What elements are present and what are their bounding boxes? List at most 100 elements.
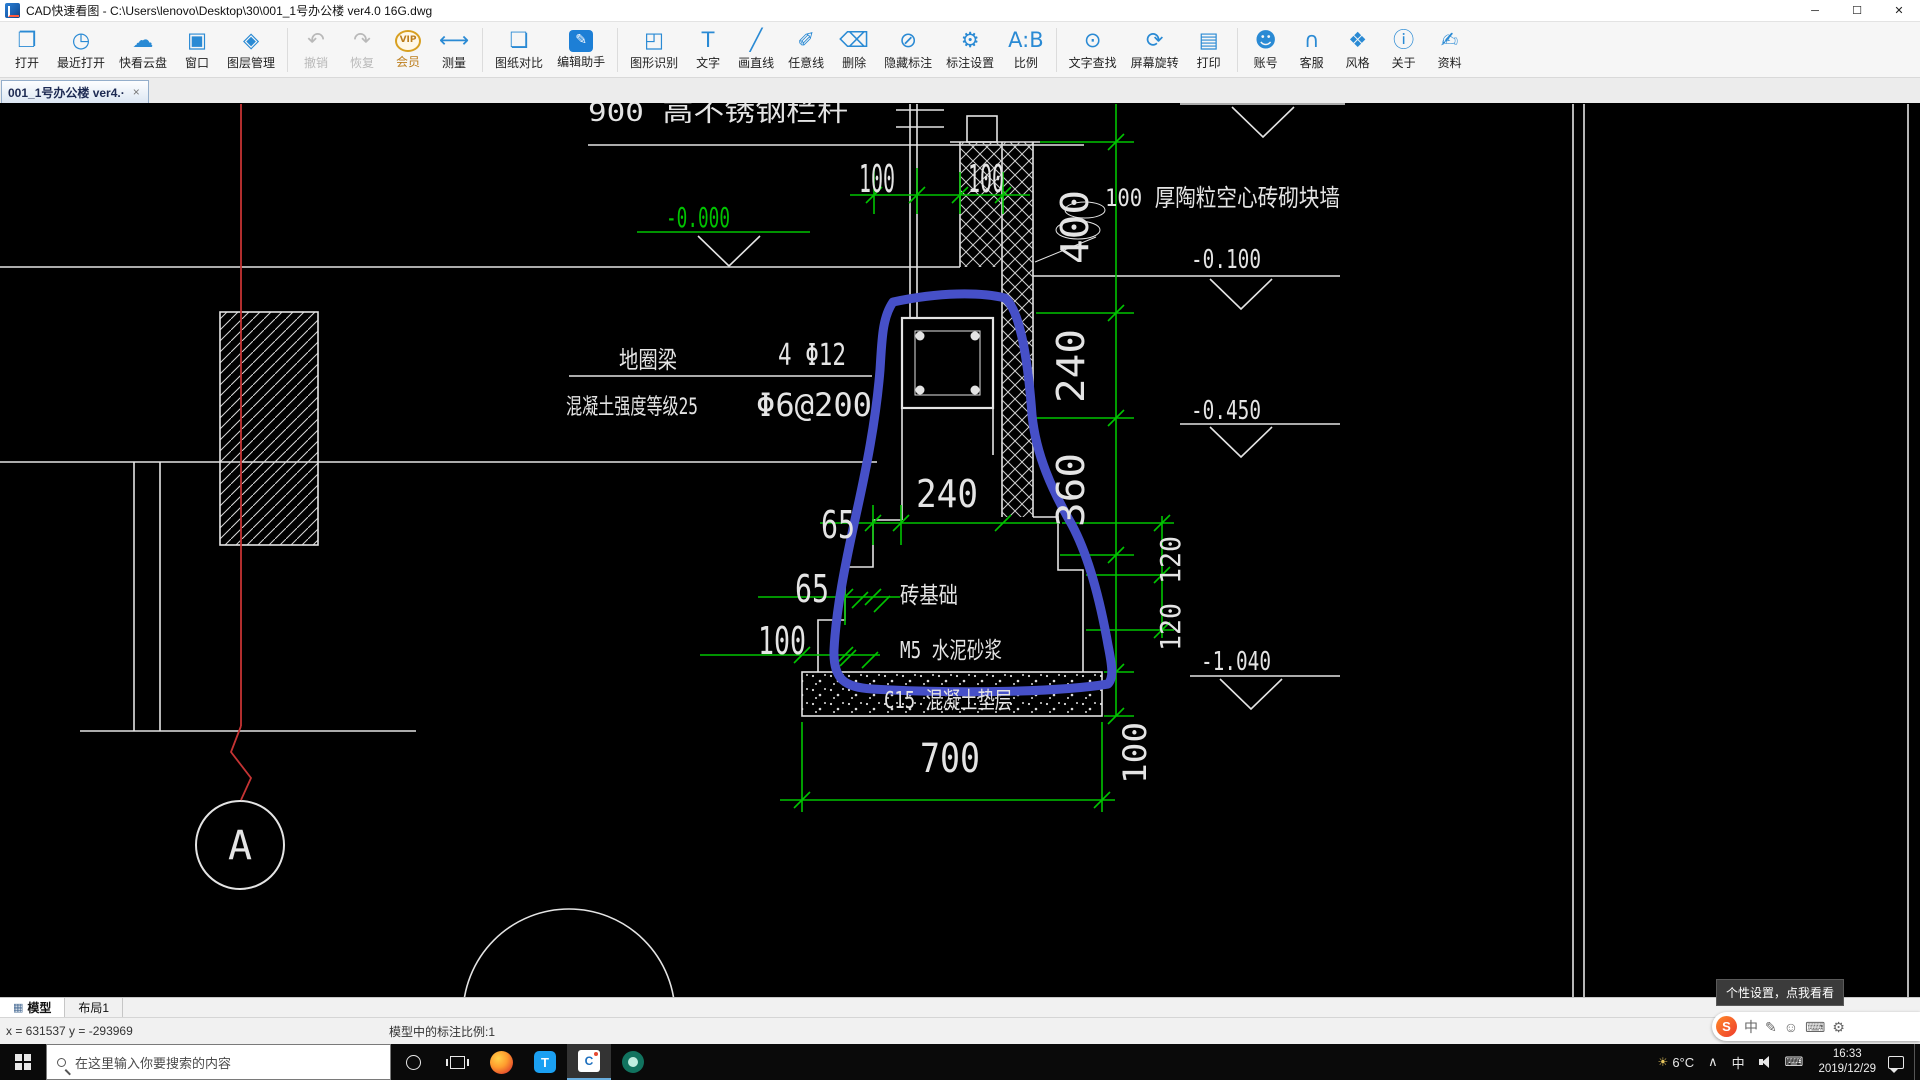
toolbar-about[interactable]: ⓘ 关于 [1381, 26, 1427, 73]
weather-widget[interactable]: ☀ 6°C [1658, 1055, 1695, 1070]
toolbar-open[interactable]: ❐ 打开 [4, 26, 50, 73]
about-icon: ⓘ [1393, 28, 1415, 52]
toolbar-print[interactable]: ▤ 打印 [1186, 26, 1232, 73]
toolbar-label: 标注设置 [946, 56, 995, 70]
drawing-canvas[interactable]: 900 高不锈钢栏杆 100 100 100 厚陶粒空心砖砌块墙 -0.000 -0.10… [0, 103, 1920, 997]
task-view-icon [445, 1055, 469, 1069]
toolbar-edit-assistant[interactable]: ✎ 编辑助手 [550, 28, 612, 72]
cad-label: -0.100 [1191, 245, 1261, 275]
toolbar-materials[interactable]: ✍ 资料 [1427, 26, 1473, 73]
freehand-line-icon: ✐ [797, 28, 815, 52]
cad-label: -1.040 [1201, 647, 1271, 677]
cad-label: 混凝土强度等级25 [566, 395, 698, 420]
draw-straight-line-icon: ╱ [749, 28, 763, 52]
cad-white-lines [0, 103, 1909, 997]
toolbar-drawing-compare[interactable]: ❏ 图纸对比 [488, 26, 550, 73]
touch-keyboard-icon[interactable]: ⌨ [1785, 1054, 1804, 1070]
ime-language-indicator[interactable]: 中 [1732, 1053, 1745, 1072]
minimize-button[interactable]: ─ [1794, 0, 1836, 22]
toolbar-label: 会员 [396, 54, 421, 69]
cad-label: 100 [758, 619, 806, 663]
cad-label: 400 [1053, 190, 1097, 264]
windows-taskbar: 在这里输入你要搜索的内容 T C ☀ 6°C ∧ 中 ⌨ 16:33 2019/… [0, 1044, 1920, 1080]
toolbar-annotation-settings[interactable]: ⚙ 标注设置 [939, 26, 1001, 73]
toolbar-separator [1236, 27, 1238, 72]
toolbar-vip-member[interactable]: VIP 会员 [385, 28, 431, 72]
firefox-icon [489, 1050, 513, 1074]
cad-label: 120 [1154, 536, 1187, 584]
toolbar-scale[interactable]: A:B 比例 [1001, 26, 1050, 73]
toolbar-text-tool[interactable]: T 文字 [685, 26, 731, 73]
toolbar-measure[interactable]: ⟷ 测量 [431, 26, 477, 73]
toolbar-redo[interactable]: ↷ 恢复 [339, 26, 385, 73]
annotation-scale-note: 模型中的标注比例:1 [389, 1024, 496, 1039]
toolbar-label: 撤销 [304, 56, 329, 70]
scale-icon: A:B [1008, 28, 1044, 52]
tab-layout1[interactable]: 布局1 [65, 998, 124, 1017]
materials-icon: ✍ [1440, 28, 1459, 52]
cad-label: 700 [920, 736, 980, 782]
document-tab[interactable]: 001_1号办公楼 ver4.· × [1, 80, 149, 103]
cursor-coordinates: x = 631537 y = -293969 [6, 1024, 133, 1038]
toolbar-recent-open[interactable]: ◷ 最近打开 [50, 26, 112, 73]
toolbar-text-search[interactable]: ⊙ 文字查找 [1062, 26, 1124, 73]
screen: CAD快速看图 - C:\Users\lenovo\Desktop\30\001… [0, 0, 1920, 1080]
window-icon: ▣ [187, 28, 207, 52]
close-button[interactable]: ✕ [1878, 0, 1920, 22]
app-cad-viewer-active[interactable]: C [567, 1044, 611, 1080]
toolbar-account[interactable]: ☻ 账号 [1243, 26, 1289, 73]
ime-toolbox-icon[interactable]: ⚙ [1832, 1020, 1845, 1034]
hidden-icons-chevron[interactable]: ∧ [1708, 1054, 1718, 1070]
cad-drawing: 900 高不锈钢栏杆 100 100 100 厚陶粒空心砖砌块墙 -0.000 -0.10… [0, 103, 1909, 997]
toolbar-freehand-line[interactable]: ✐ 任意线 [781, 26, 831, 73]
toolbar-undo[interactable]: ↶ 撤销 [293, 26, 339, 73]
cad-label: -0.450 [1191, 396, 1261, 426]
task-view-button[interactable] [435, 1044, 479, 1080]
cad-label: 100 [1116, 722, 1154, 784]
ime-pen-icon[interactable]: ✎ [1765, 1020, 1777, 1034]
taskbar-clock[interactable]: 16:33 2019/12/29 [1818, 1047, 1876, 1077]
start-button[interactable] [0, 1044, 46, 1080]
toolbar-label: 删除 [842, 56, 867, 70]
ime-chinese-mode[interactable]: 中 [1744, 1020, 1758, 1034]
tab-layout1-label: 布局1 [78, 1001, 110, 1015]
ime-emoji-icon[interactable]: ☺ [1784, 1020, 1798, 1034]
cad-label: A [228, 823, 252, 869]
toolbar-label: 任意线 [788, 56, 825, 70]
sogou-logo-icon[interactable]: S [1716, 1016, 1737, 1037]
tab-close-icon[interactable]: × [133, 85, 140, 99]
cad-label: 地圈梁 [619, 346, 677, 374]
toolbar-hide-annotation[interactable]: ⊘ 隐藏标注 [877, 26, 939, 73]
toolbar-draw-straight-line[interactable]: ╱ 画直线 [731, 26, 781, 73]
toolbar-shape-recognition[interactable]: ◰ 图形识别 [623, 26, 685, 73]
toolbar: ❐ 打开 ◷ 最近打开 ☁ 快看云盘 ▣ 窗口 ◈ 图层管理 ↶ 撤销 ↷ 恢复 VIP 会员 ⟷ 测量 ❏ 图纸对比… [0, 22, 1920, 78]
app-meeting[interactable] [611, 1044, 655, 1080]
app-firefox[interactable] [479, 1044, 523, 1080]
volume-icon[interactable] [1758, 1056, 1771, 1068]
toolbar-separator [482, 27, 484, 72]
toolbar-cloud-drive[interactable]: ☁ 快看云盘 [112, 26, 174, 73]
shape-recognition-icon: ◰ [644, 28, 664, 52]
cad-label: 360 [1049, 453, 1093, 527]
tab-model[interactable]: ▦ 模型 [0, 998, 66, 1017]
system-tray: ☀ 6°C ∧ 中 ⌨ 16:33 2019/12/29 [1651, 1044, 1920, 1080]
toolbar-window[interactable]: ▣ 窗口 [174, 26, 220, 73]
toolbar-style[interactable]: ❖ 风格 [1335, 26, 1381, 73]
action-center-icon[interactable] [1888, 1055, 1904, 1073]
toolbar-layer-manager[interactable]: ◈ 图层管理 [220, 26, 282, 73]
cad-label: 65 [795, 567, 829, 611]
toolbar-customer-service[interactable]: ∩ 客服 [1289, 26, 1335, 73]
undo-icon: ↶ [307, 28, 325, 52]
ime-keyboard-icon[interactable]: ⌨ [1805, 1020, 1825, 1034]
show-desktop-button[interactable] [1914, 1044, 1920, 1080]
maximize-button[interactable]: ☐ [1836, 0, 1878, 22]
taskbar-search-input[interactable]: 在这里输入你要搜索的内容 [46, 1044, 391, 1080]
clock-time: 16:33 [1832, 1048, 1862, 1061]
toolbar-screen-rotate[interactable]: ⟳ 屏幕旋转 [1124, 26, 1186, 73]
app-tim[interactable]: T [523, 1044, 567, 1080]
cad-label: 240 [916, 472, 978, 516]
toolbar-delete[interactable]: ⌫ 删除 [831, 26, 877, 73]
cortana-button[interactable] [391, 1044, 435, 1080]
cad-label: C15 混凝土垫层 [884, 688, 1012, 714]
cad-label: 4 Φ12 [778, 338, 846, 373]
